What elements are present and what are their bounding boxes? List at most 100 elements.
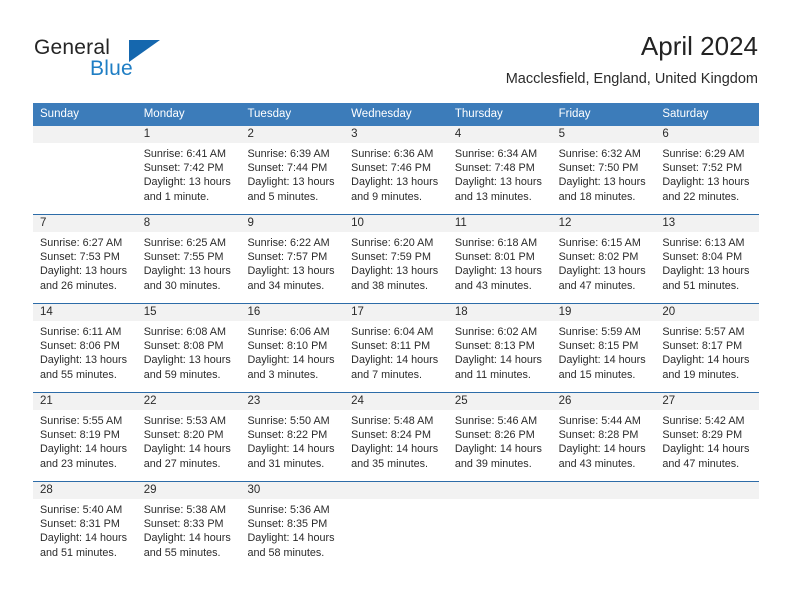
sunrise-text: Sunrise: 5:57 AM	[662, 326, 745, 338]
calendar-day-cell[interactable]: 29 Sunrise: 5:38 AM Sunset: 8:33 PM Dayligh…	[136, 482, 241, 570]
daylight-text-line2: and 55 minutes.	[143, 546, 221, 559]
calendar-day-cell[interactable]: 24 Sunrise: 5:48 AM Sunset: 8:24 PM Dayligh…	[344, 393, 448, 481]
day-number: 24	[344, 393, 448, 410]
daylight-text-line2: and 5 minutes.	[247, 190, 319, 203]
calendar-day-cell[interactable]: 25 Sunrise: 5:46 AM Sunset: 8:26 PM Dayligh…	[447, 393, 552, 481]
sunset-text: Sunset: 7:48 PM	[454, 162, 535, 175]
calendar-day-cell[interactable]: 3 Sunrise: 6:36 AM Sunset: 7:46 PM Daylight…	[344, 126, 448, 214]
calendar-day-cell[interactable]: 17 Sunrise: 6:04 AM Sunset: 8:11 PM Dayligh…	[344, 304, 448, 392]
calendar-day-cell[interactable]: 2 Sunrise: 6:39 AM Sunset: 7:44 PM Daylight…	[240, 126, 345, 214]
day-number: 10	[344, 215, 448, 232]
calendar-day-cell[interactable]: 10 Sunrise: 6:20 AM Sunset: 7:59 PM Dayligh…	[344, 215, 448, 303]
day-number	[344, 482, 448, 499]
calendar-day-cell[interactable]: 11 Sunrise: 6:18 AM Sunset: 8:01 PM Dayligh…	[447, 215, 552, 303]
sunrise-text: Sunrise: 5:40 AM	[40, 504, 123, 516]
daylight-text-line1: Daylight: 13 hours	[351, 176, 439, 189]
sunset-text: Sunset: 7:55 PM	[143, 251, 224, 264]
day-number: 7	[33, 215, 137, 232]
sunset-text: Sunset: 8:31 PM	[40, 518, 120, 531]
calendar-day-cell[interactable]: 5 Sunrise: 6:32 AM Sunset: 7:50 PM Daylight…	[551, 126, 656, 214]
daylight-text-line2: and 43 minutes.	[558, 457, 636, 470]
calendar-day-cell[interactable]: 12 Sunrise: 6:15 AM Sunset: 8:02 PM Dayligh…	[551, 215, 656, 303]
daylight-text-line1: Daylight: 13 hours	[454, 176, 542, 189]
daylight-text-line2: and 39 minutes.	[454, 457, 532, 470]
sunset-text: Sunset: 7:52 PM	[662, 162, 743, 175]
day-number: 20	[655, 304, 760, 321]
day-number: 30	[240, 482, 345, 499]
daylight-text-line1: Daylight: 13 hours	[454, 265, 542, 278]
sunrise-text: Sunrise: 5:48 AM	[351, 415, 434, 427]
daylight-text-line2: and 35 minutes.	[351, 457, 428, 470]
calendar-day-cell[interactable]: 18 Sunrise: 6:02 AM Sunset: 8:13 PM Dayligh…	[447, 304, 552, 392]
calendar-day-cell[interactable]: 13 Sunrise: 6:13 AM Sunset: 8:04 PM Dayligh…	[655, 215, 760, 303]
day-details: Sunrise: 5:42 AM Sunset: 8:29 PM Daylight:…	[655, 410, 759, 471]
day-number: 19	[551, 304, 656, 321]
sunrise-text: Sunrise: 5:59 AM	[558, 326, 641, 338]
sunset-text: Sunset: 8:26 PM	[454, 429, 535, 442]
calendar-day-cell[interactable]: 16 Sunrise: 6:06 AM Sunset: 8:10 PM Dayligh…	[240, 304, 345, 392]
day-number: 18	[447, 304, 552, 321]
calendar-day-cell-empty	[447, 482, 552, 570]
calendar-body: 1 Sunrise: 6:41 AM Sunset: 7:42 PM Daylight…	[33, 126, 760, 570]
sunrise-text: Sunrise: 5:53 AM	[143, 415, 226, 427]
daylight-text-line1: Daylight: 14 hours	[247, 532, 335, 545]
daylight-text-line1: Daylight: 14 hours	[558, 443, 646, 456]
sunset-text: Sunset: 8:19 PM	[40, 429, 120, 442]
day-number: 13	[655, 215, 760, 232]
calendar-day-cell[interactable]: 23 Sunrise: 5:50 AM Sunset: 8:22 PM Dayligh…	[240, 393, 345, 481]
calendar-day-cell[interactable]: 19 Sunrise: 5:59 AM Sunset: 8:15 PM Dayligh…	[551, 304, 656, 392]
calendar-day-cell[interactable]: 28 Sunrise: 5:40 AM Sunset: 8:31 PM Dayligh…	[33, 482, 137, 570]
calendar-day-cell[interactable]: 20 Sunrise: 5:57 AM Sunset: 8:17 PM Dayligh…	[655, 304, 760, 392]
sunrise-text: Sunrise: 5:46 AM	[454, 415, 538, 427]
daylight-text-line2: and 27 minutes.	[143, 457, 221, 470]
day-number: 11	[447, 215, 552, 232]
daylight-text-line1: Daylight: 14 hours	[143, 443, 231, 456]
weekday-header-wednesday: Wednesday	[351, 108, 412, 120]
calendar-day-cell[interactable]: 6 Sunrise: 6:29 AM Sunset: 7:52 PM Daylight…	[655, 126, 760, 214]
weekday-header-monday: Monday	[143, 108, 185, 120]
calendar-day-cell[interactable]: 7 Sunrise: 6:27 AM Sunset: 7:53 PM Daylight…	[33, 215, 137, 303]
sunset-text: Sunset: 8:11 PM	[351, 340, 431, 353]
calendar-day-cell[interactable]: 4 Sunrise: 6:34 AM Sunset: 7:48 PM Daylight…	[447, 126, 552, 214]
title-block: April 2024 Macclesfield, England, United…	[506, 30, 758, 88]
day-number	[655, 482, 760, 499]
sunrise-text: Sunrise: 5:50 AM	[247, 415, 330, 427]
day-number: 16	[240, 304, 345, 321]
calendar-day-cell[interactable]: 26 Sunrise: 5:44 AM Sunset: 8:28 PM Dayligh…	[551, 393, 656, 481]
page-title: April 2024	[640, 31, 758, 61]
calendar-day-cell[interactable]: 8 Sunrise: 6:25 AM Sunset: 7:55 PM Daylight…	[136, 215, 241, 303]
calendar-day-cell[interactable]: 27 Sunrise: 5:42 AM Sunset: 8:29 PM Dayligh…	[655, 393, 760, 481]
day-details: Sunrise: 5:55 AM Sunset: 8:19 PM Daylight:…	[33, 410, 137, 471]
calendar-day-cell[interactable]: 9 Sunrise: 6:22 AM Sunset: 7:57 PM Daylight…	[240, 215, 345, 303]
calendar-page: General Blue April 2024 Macclesfield, En…	[0, 0, 792, 612]
calendar-day-cell[interactable]: 14 Sunrise: 6:11 AM Sunset: 8:06 PM Dayligh…	[33, 304, 137, 392]
calendar-day-cell[interactable]: 22 Sunrise: 5:53 AM Sunset: 8:20 PM Dayligh…	[136, 393, 241, 481]
day-number: 29	[136, 482, 241, 499]
day-details: Sunrise: 5:57 AM Sunset: 8:17 PM Daylight:…	[655, 321, 759, 382]
sunset-text: Sunset: 8:28 PM	[558, 429, 639, 442]
daylight-text-line1: Daylight: 13 hours	[351, 265, 439, 278]
day-details: Sunrise: 6:06 AM Sunset: 8:10 PM Daylight:…	[240, 321, 344, 382]
day-details: Sunrise: 6:15 AM Sunset: 8:02 PM Daylight:…	[552, 232, 656, 293]
calendar-day-cell[interactable]: 21 Sunrise: 5:55 AM Sunset: 8:19 PM Dayligh…	[33, 393, 137, 481]
day-number	[447, 482, 552, 499]
daylight-text-line1: Daylight: 13 hours	[247, 265, 335, 278]
day-details: Sunrise: 6:27 AM Sunset: 7:53 PM Daylight:…	[33, 232, 137, 293]
day-details: Sunrise: 6:20 AM Sunset: 7:59 PM Daylight:…	[344, 232, 448, 293]
sunrise-text: Sunrise: 6:34 AM	[454, 148, 538, 160]
calendar-day-cell-empty	[344, 482, 448, 570]
daylight-text-line1: Daylight: 13 hours	[662, 176, 750, 189]
calendar-day-cell[interactable]: 1 Sunrise: 6:41 AM Sunset: 7:42 PM Daylight…	[136, 126, 241, 214]
daylight-text-line2: and 19 minutes.	[662, 368, 740, 381]
day-details	[655, 499, 759, 503]
sunset-text: Sunset: 8:01 PM	[454, 251, 535, 264]
sunrise-text: Sunrise: 6:08 AM	[143, 326, 226, 338]
calendar-day-cell[interactable]: 15 Sunrise: 6:08 AM Sunset: 8:08 PM Dayligh…	[136, 304, 241, 392]
daylight-text-line2: and 59 minutes.	[143, 368, 221, 381]
calendar-day-cell[interactable]: 30 Sunrise: 5:36 AM Sunset: 8:35 PM Dayligh…	[240, 482, 345, 570]
sunrise-text: Sunrise: 6:02 AM	[454, 326, 538, 338]
daylight-text-line2: and 58 minutes.	[247, 546, 325, 559]
sunset-text: Sunset: 8:24 PM	[351, 429, 431, 442]
calendar-day-cell-empty	[33, 126, 137, 214]
day-number: 22	[136, 393, 241, 410]
